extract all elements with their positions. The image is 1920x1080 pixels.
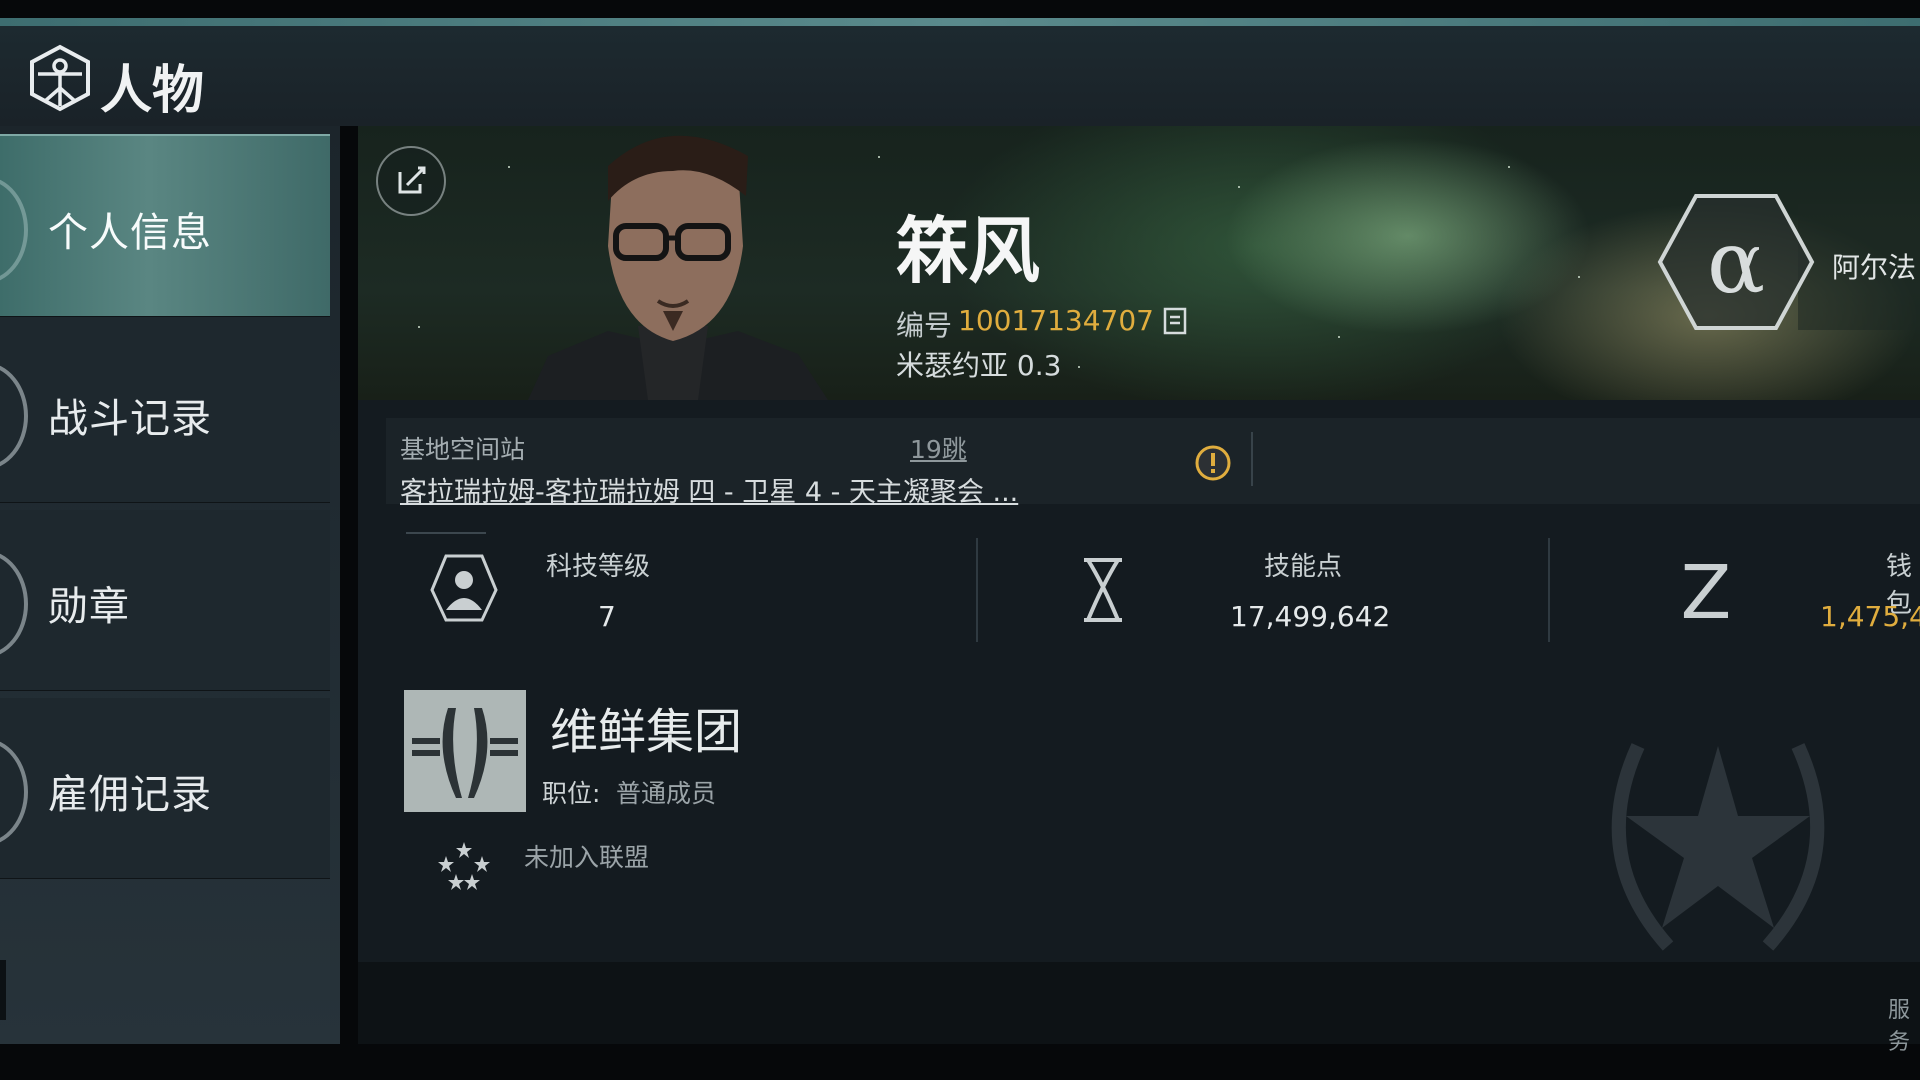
divider	[406, 532, 486, 534]
divider	[1251, 432, 1253, 486]
character-region: 米瑟约亚 0.3	[896, 349, 1062, 382]
edit-portrait-button[interactable]	[376, 146, 446, 216]
isk-wallet-icon: Z	[1681, 556, 1732, 626]
divider	[976, 538, 978, 642]
nav-ring-icon	[0, 176, 28, 284]
role-value: 普通成员	[616, 779, 717, 808]
copy-icon[interactable]	[1162, 306, 1188, 336]
skill-points-icon	[1084, 558, 1122, 622]
character-id-value: 10017134707	[958, 304, 1154, 337]
character-portrait	[528, 135, 828, 400]
star	[418, 326, 420, 328]
character-name: 箖风	[896, 209, 1041, 293]
sidebar: 个人信息 战斗记录 勋章 雇佣记录	[0, 126, 340, 1044]
wallet-value: 1,475,43	[1820, 600, 1920, 633]
divider	[1548, 538, 1550, 642]
edit-icon	[398, 166, 426, 194]
faction-emblem-icon	[1611, 743, 1825, 951]
footer-label[interactable]: 服务	[1888, 992, 1920, 1056]
tech-level-value: 7	[598, 600, 616, 633]
footer-bar: 服务	[358, 962, 1920, 1055]
page-title: 人物	[100, 61, 205, 121]
tech-level-icon	[430, 554, 498, 622]
skill-points-label: 技能点	[1264, 552, 1343, 582]
nav-ring-icon	[0, 550, 28, 658]
corporation-logo[interactable]	[404, 690, 526, 812]
character-id-label: 编号	[896, 309, 953, 342]
star	[1078, 366, 1080, 368]
sidebar-item-personal-info[interactable]: 个人信息	[0, 134, 330, 317]
warning-icon[interactable]	[1194, 444, 1232, 482]
home-station-label: 基地空间站	[400, 435, 526, 464]
sidebar-item-label: 个人信息	[48, 210, 212, 256]
header-bar	[0, 26, 1920, 126]
alpha-clone-icon[interactable]: α	[1656, 192, 1816, 332]
role-label: 职位:	[542, 779, 601, 808]
nav-ring-icon	[0, 738, 28, 846]
star	[1578, 276, 1580, 278]
main-panel: 箖风 编号 10017134707 米瑟约亚 0.3 α 阿尔法 基地空间站 1…	[358, 126, 1920, 1055]
sidebar-item-label: 勋章	[48, 584, 130, 630]
home-station-link[interactable]: 客拉瑞拉姆-客拉瑞拉姆 四 - 卫星 4 - 天主凝聚会 ...	[400, 470, 1018, 509]
star	[1338, 336, 1340, 338]
character-banner: 箖风 编号 10017134707 米瑟约亚 0.3 α 阿尔法	[358, 126, 1920, 400]
svg-text:Z: Z	[1681, 556, 1732, 626]
star	[1508, 166, 1510, 168]
sidebar-item-label: 雇佣记录	[48, 772, 212, 818]
jumps-link[interactable]: 19跳	[910, 430, 967, 466]
alpha-symbol: α	[1707, 213, 1765, 313]
skill-points-value: 17,499,642	[1230, 600, 1391, 633]
character-icon	[30, 44, 90, 112]
alliance-status: 未加入联盟	[524, 843, 650, 872]
clone-type-label: 阿尔法	[1832, 251, 1917, 284]
sidebar-item-medals[interactable]: 勋章	[0, 510, 330, 691]
star	[878, 156, 880, 158]
alliance-icon	[438, 842, 490, 890]
sidebar-item-label: 战斗记录	[48, 396, 212, 442]
star	[1238, 186, 1240, 188]
sidebar-item-combat-log[interactable]: 战斗记录	[0, 322, 330, 503]
left-edge-handle	[0, 960, 6, 1020]
sidebar-item-employment-history[interactable]: 雇佣记录	[0, 698, 330, 879]
top-accent-line	[0, 18, 1920, 26]
tech-level-label: 科技等级	[546, 552, 651, 582]
corporation-name[interactable]: 维鲜集团	[550, 692, 742, 762]
nav-ring-icon	[0, 362, 28, 470]
